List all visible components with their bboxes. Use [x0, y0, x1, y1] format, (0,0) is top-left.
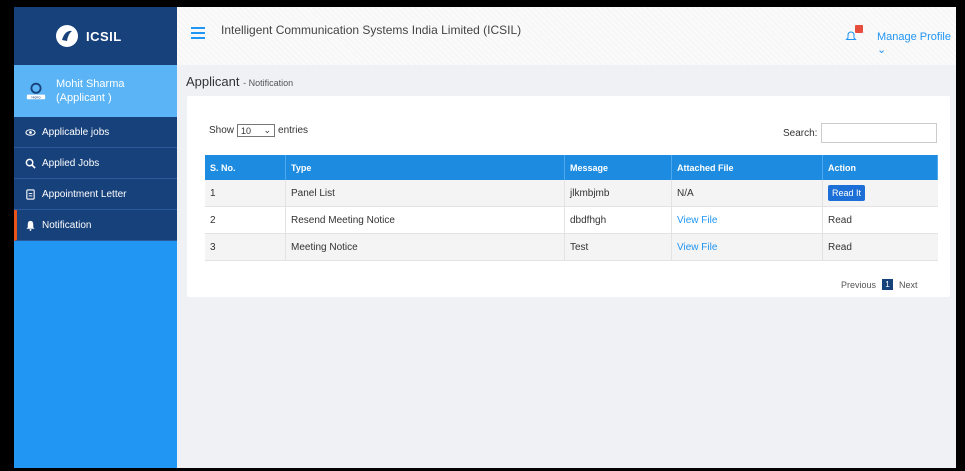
search-input[interactable]: [821, 123, 938, 143]
cell-message: jlkmbjmb: [565, 180, 672, 206]
notification-card: Show 10 ⌄ entries Search: S. No. Type Me…: [187, 96, 950, 297]
cell-type: Panel List: [286, 180, 565, 206]
eye-icon: [24, 126, 36, 138]
cell-attached-file: N/A: [672, 180, 823, 206]
cell-action: Read It: [823, 180, 938, 206]
svg-text:Hello: Hello: [31, 95, 41, 99]
page-title: Applicant - Notification: [186, 74, 293, 89]
read-it-button[interactable]: Read It: [828, 185, 866, 201]
view-file-link[interactable]: View File: [677, 242, 717, 253]
column-header-action[interactable]: Action: [823, 155, 938, 180]
sidebar-item-label: Notification: [42, 219, 92, 231]
search-icon: [24, 157, 36, 169]
cell-action: Read: [828, 241, 852, 253]
view-file-link[interactable]: View File: [677, 215, 717, 226]
column-header-type[interactable]: Type: [286, 155, 565, 180]
brand-logo-icon: [56, 25, 78, 47]
cell-sno: 2: [205, 207, 286, 233]
sidebar-item-applied-jobs[interactable]: Applied Jobs: [14, 148, 177, 179]
sidebar-item-applicable-jobs[interactable]: Applicable jobs: [14, 117, 177, 148]
cell-sno: 3: [205, 234, 286, 260]
brand[interactable]: ICSIL: [14, 7, 177, 65]
cell-action: Read: [828, 214, 852, 226]
table-row: 1 Panel List jlkmbjmb N/A Read It: [205, 180, 938, 207]
table-row: 2 Resend Meeting Notice dbdfhgh View Fil…: [205, 207, 938, 234]
entries-control: Show 10 ⌄ entries: [209, 124, 308, 137]
cell-type: Resend Meeting Notice: [286, 207, 565, 233]
user-name: Mohit Sharma: [56, 78, 125, 90]
search-control: Search:: [783, 123, 938, 143]
user-role: (Applicant ): [56, 92, 112, 104]
pagination-previous[interactable]: Previous: [841, 280, 876, 290]
cell-sno: 1: [205, 180, 286, 206]
column-header-sno[interactable]: S. No.: [205, 155, 286, 180]
entries-select-value: 10: [241, 125, 252, 136]
pagination: Previous 1 Next: [841, 279, 918, 290]
column-header-attached-file[interactable]: Attached File: [672, 155, 823, 180]
top-header: Intelligent Communication Systems India …: [177, 7, 956, 65]
header-title: Intelligent Communication Systems India …: [221, 23, 522, 37]
chevron-down-icon: ⌄: [263, 125, 272, 135]
page-subtitle: - Notification: [243, 78, 294, 88]
notification-table: S. No. Type Message Attached File Action…: [205, 155, 938, 261]
user-avatar-icon: Hello: [24, 79, 48, 103]
pagination-page-current[interactable]: 1: [882, 279, 894, 290]
notification-badge: [855, 25, 863, 33]
cell-attached-file: View File: [672, 207, 823, 233]
cell-message: Test: [565, 234, 672, 260]
search-label: Search:: [783, 127, 818, 139]
cell-message: dbdfhgh: [565, 207, 672, 233]
column-header-message[interactable]: Message: [565, 155, 672, 180]
sidebar-item-label: Applicable jobs: [42, 126, 110, 138]
table-header-row: S. No. Type Message Attached File Action: [205, 155, 938, 180]
sidebar: ICSIL Hello Mohit Sharma (Applicant ) Ap…: [14, 7, 177, 468]
hamburger-menu-icon[interactable]: [191, 27, 205, 39]
app-window: ICSIL Hello Mohit Sharma (Applicant ) Ap…: [14, 7, 956, 468]
entries-select[interactable]: 10 ⌄: [237, 124, 276, 137]
page-title-main: Applicant: [186, 74, 240, 89]
sidebar-item-notification[interactable]: Notification: [14, 210, 177, 241]
table-row: 3 Meeting Notice Test View File Read: [205, 234, 938, 261]
document-icon: [24, 188, 36, 200]
pagination-next[interactable]: Next: [899, 280, 918, 290]
user-profile: Hello Mohit Sharma (Applicant ): [14, 65, 177, 117]
entries-label: entries: [278, 125, 309, 136]
sidebar-item-label: Appointment Letter: [42, 188, 127, 200]
brand-name: ICSIL: [86, 28, 122, 44]
sidebar-item-appointment-letter[interactable]: Appointment Letter: [14, 179, 177, 210]
show-label: Show: [209, 125, 235, 136]
sidebar-item-label: Applied Jobs: [42, 157, 100, 169]
manage-profile-dropdown[interactable]: Manage Profile ⌄: [877, 31, 956, 56]
bell-icon: [24, 219, 36, 231]
cell-type: Meeting Notice: [286, 234, 565, 260]
cell-attached-file: View File: [672, 234, 823, 260]
